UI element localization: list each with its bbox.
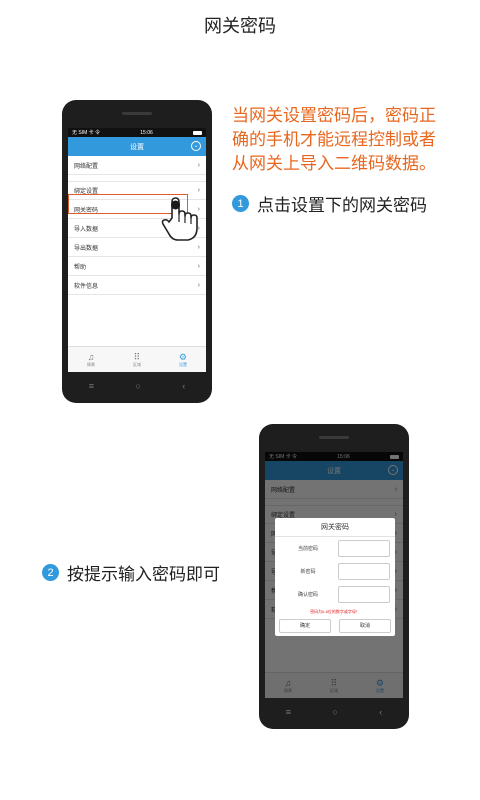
step-1-text: 点击设置下的网关密码 bbox=[257, 196, 427, 215]
menu-key-icon[interactable]: ≡ bbox=[89, 381, 94, 391]
tab-bar: ♫情景 ⠿区域 ⚙设置 bbox=[68, 346, 206, 372]
new-password-input[interactable] bbox=[338, 563, 390, 580]
status-carrier: 无 SIM 卡 令 bbox=[72, 130, 101, 136]
password-hint: 密码为6-8位的数字或字母！ bbox=[310, 609, 360, 614]
step-1: 1 点击设置下的网关密码 bbox=[232, 191, 427, 216]
phone-mockup-settings: 无 SIM 卡 令 15:06 设置 ⌄ 网络配置 › 绑定设置 › 网关密码 › 导… bbox=[62, 100, 212, 403]
chevron-right-icon: › bbox=[197, 243, 200, 251]
callout-line-3: 从网关上导入二维码数据。 bbox=[232, 154, 436, 173]
menu-key-icon[interactable]: ≡ bbox=[286, 707, 291, 717]
back-key-icon[interactable]: ‹ bbox=[379, 707, 382, 717]
status-time: 15:06 bbox=[140, 129, 153, 136]
dialog-row-current: 当前密码 bbox=[275, 537, 395, 560]
menu-item-about[interactable]: 软件信息› bbox=[68, 276, 206, 295]
tab-scene[interactable]: ♫情景 bbox=[87, 352, 95, 368]
callout-text: 当网关设置密码后，密码正 确的手机才能远程控制或者 从网关上导入二维码数据。 bbox=[232, 104, 436, 176]
menu-item-network[interactable]: 网络配置› bbox=[68, 156, 206, 175]
step-number-badge: 1 bbox=[232, 195, 249, 212]
dialog-buttons: 确定 取消 bbox=[275, 619, 395, 633]
callout-line-1: 当网关设置密码后，密码正 bbox=[232, 106, 436, 125]
home-key-icon[interactable]: ○ bbox=[332, 707, 337, 717]
chevron-right-icon: › bbox=[197, 262, 200, 270]
chevron-right-icon: › bbox=[197, 161, 200, 169]
battery-icon bbox=[192, 130, 202, 135]
chevron-right-icon: › bbox=[197, 281, 200, 289]
confirm-button[interactable]: 确定 bbox=[279, 619, 331, 633]
confirm-password-input[interactable] bbox=[338, 586, 390, 603]
header-title: 设置 bbox=[130, 143, 144, 151]
cancel-button[interactable]: 取消 bbox=[339, 619, 391, 633]
current-password-label: 当前密码 bbox=[297, 546, 318, 552]
step-2-text: 按提示输入密码即可 bbox=[67, 565, 220, 584]
back-key-icon[interactable]: ‹ bbox=[182, 381, 185, 391]
callout-line-2: 确的手机才能远程控制或者 bbox=[232, 130, 436, 149]
dialog-row-new: 新密码 bbox=[275, 560, 395, 583]
phone-earpiece bbox=[122, 112, 152, 115]
phone-screen: 无 SIM 卡 令 15:06 设置 ⌄ 网络配置› 绑定设置› 网关密码› 导… bbox=[265, 452, 403, 698]
phone-nav-bar: ≡ ○ ‹ bbox=[265, 702, 403, 722]
step-2: 2 按提示输入密码即可 bbox=[42, 560, 220, 585]
phone-earpiece bbox=[319, 436, 349, 439]
confirm-password-label: 确认密码 bbox=[297, 592, 318, 598]
app-header: 设置 ⌄ bbox=[68, 137, 206, 156]
gear-icon: ⚙ bbox=[178, 351, 187, 362]
phone-nav-bar: ≡ ○ ‹ bbox=[68, 376, 206, 396]
hand-pointer-icon bbox=[161, 197, 198, 241]
status-bar: 无 SIM 卡 令 15:06 bbox=[68, 128, 206, 137]
home-key-icon[interactable]: ○ bbox=[135, 381, 140, 391]
scene-icon: ♫ bbox=[87, 351, 95, 362]
chevron-right-icon: › bbox=[197, 187, 200, 194]
new-password-label: 新密码 bbox=[300, 569, 316, 575]
grid-icon: ⠿ bbox=[133, 351, 141, 362]
page-title: 网关密码 bbox=[204, 16, 276, 36]
tab-settings[interactable]: ⚙设置 bbox=[179, 352, 187, 368]
gateway-password-dialog: 网关密码 当前密码 新密码 确认密码 密码为6-8位的数字或字母！ 确定 取消 bbox=[275, 518, 395, 636]
dialog-row-confirm: 确认密码 bbox=[275, 583, 395, 606]
current-password-input[interactable] bbox=[338, 540, 390, 557]
chevron-down-icon[interactable]: ⌄ bbox=[191, 141, 201, 151]
dialog-title: 网关密码 bbox=[275, 518, 395, 537]
phone-screen: 无 SIM 卡 令 15:06 设置 ⌄ 网络配置› 绑定设置› 网关密码› 导… bbox=[68, 128, 206, 372]
step-number-badge: 2 bbox=[42, 564, 59, 581]
menu-item-help[interactable]: 帮助› bbox=[68, 257, 206, 276]
phone-mockup-dialog: 无 SIM 卡 令 15:06 设置 ⌄ 网络配置› 绑定设置› 网关密码› 导… bbox=[259, 424, 409, 729]
tab-area[interactable]: ⠿区域 bbox=[133, 352, 141, 368]
